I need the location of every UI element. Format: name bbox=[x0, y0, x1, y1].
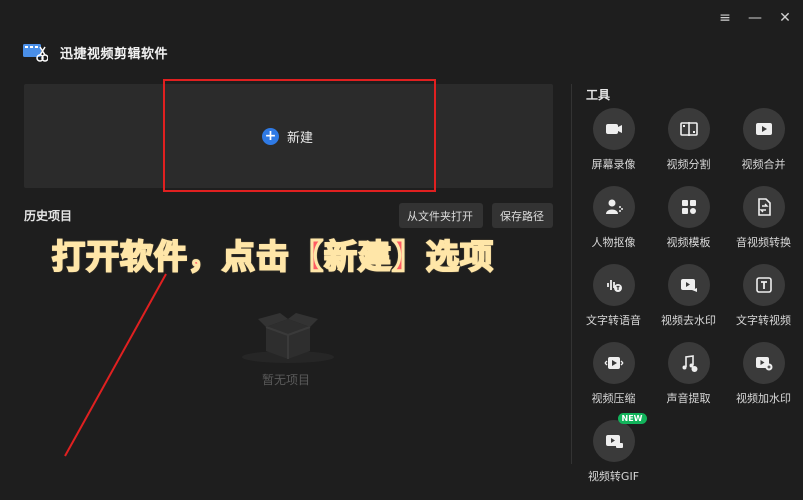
tool-audio-extract[interactable]: 声音提取 bbox=[651, 342, 726, 411]
convert-icon bbox=[742, 186, 785, 228]
tool-label: 屏幕录像 bbox=[591, 158, 636, 171]
add-watermark-icon bbox=[742, 342, 785, 384]
tool-video-compress[interactable]: 视频压缩 bbox=[576, 342, 651, 411]
tool-label: 音视频转换 bbox=[736, 236, 791, 249]
tool-label: 视频转GIF bbox=[587, 470, 640, 483]
tool-video-template[interactable]: 视频模板 bbox=[651, 186, 726, 255]
tool-video-split[interactable]: 视频分割 bbox=[651, 108, 726, 177]
person-cutout-icon bbox=[592, 186, 635, 228]
tool-label: 视频加水印 bbox=[736, 392, 791, 405]
music-extract-icon bbox=[667, 342, 710, 384]
app-title: 迅捷视频剪辑软件 bbox=[60, 46, 169, 62]
minimize-icon[interactable]: — bbox=[747, 10, 763, 26]
open-folder-button[interactable]: 从文件夹打开 bbox=[399, 203, 483, 228]
panel-divider bbox=[571, 84, 572, 464]
tools-title: 工具 bbox=[586, 88, 611, 102]
tools-grid: 屏幕录像 视频分割 视频合并 人物抠像 视频模板 音视频转换 文字转语音 视频去… bbox=[576, 108, 801, 489]
window-controls: ≡ — ✕ bbox=[717, 10, 793, 26]
close-icon[interactable]: ✕ bbox=[777, 10, 793, 26]
new-project-button[interactable]: + 新建 bbox=[262, 127, 313, 146]
tool-label: 文字转语音 bbox=[586, 314, 641, 327]
tool-label: 声音提取 bbox=[666, 392, 711, 405]
tool-person-cutout[interactable]: 人物抠像 bbox=[576, 186, 651, 255]
text-to-video-icon bbox=[742, 264, 785, 306]
tool-label: 视频去水印 bbox=[661, 314, 716, 327]
tool-video-to-gif[interactable]: NEW 视频转GIF bbox=[576, 413, 651, 489]
app-brand: 迅捷视频剪辑软件 bbox=[22, 41, 168, 63]
history-title: 历史项目 bbox=[24, 209, 73, 223]
template-icon bbox=[667, 186, 710, 228]
text-to-speech-icon bbox=[592, 264, 635, 306]
new-project-label: 新建 bbox=[287, 131, 314, 146]
tool-text-to-video[interactable]: 文字转视频 bbox=[726, 264, 801, 333]
app-logo-icon bbox=[23, 44, 48, 62]
remove-watermark-icon bbox=[667, 264, 710, 306]
tool-video-merge[interactable]: 视频合并 bbox=[726, 108, 801, 177]
empty-history-label: 暂无项目 bbox=[262, 373, 311, 387]
tool-text-to-speech[interactable]: 文字转语音 bbox=[576, 264, 651, 333]
tool-label: 视频分割 bbox=[666, 158, 711, 171]
menu-icon[interactable]: ≡ bbox=[717, 10, 733, 26]
empty-box-icon bbox=[242, 313, 334, 363]
tool-label: 人物抠像 bbox=[591, 236, 636, 249]
camera-icon bbox=[592, 108, 635, 150]
instruction-overlay-text: 打开软件，点击【新建】选项 bbox=[51, 236, 494, 277]
tool-label: 视频合并 bbox=[741, 158, 786, 171]
save-path-button[interactable]: 保存路径 bbox=[492, 203, 553, 228]
video-merge-icon bbox=[742, 108, 785, 150]
film-split-icon bbox=[667, 108, 710, 150]
tool-label: 文字转视频 bbox=[736, 314, 791, 327]
tool-remove-watermark[interactable]: 视频去水印 bbox=[651, 264, 726, 333]
tool-screen-record[interactable]: 屏幕录像 bbox=[576, 108, 651, 177]
tool-av-convert[interactable]: 音视频转换 bbox=[726, 186, 801, 255]
plus-icon: + bbox=[262, 128, 279, 145]
gif-icon: NEW bbox=[592, 413, 647, 462]
tool-add-watermark[interactable]: 视频加水印 bbox=[726, 342, 801, 411]
tool-label: 视频压缩 bbox=[591, 392, 636, 405]
new-badge: NEW bbox=[617, 413, 647, 424]
compress-icon bbox=[592, 342, 635, 384]
tool-label: 视频模板 bbox=[666, 236, 711, 249]
